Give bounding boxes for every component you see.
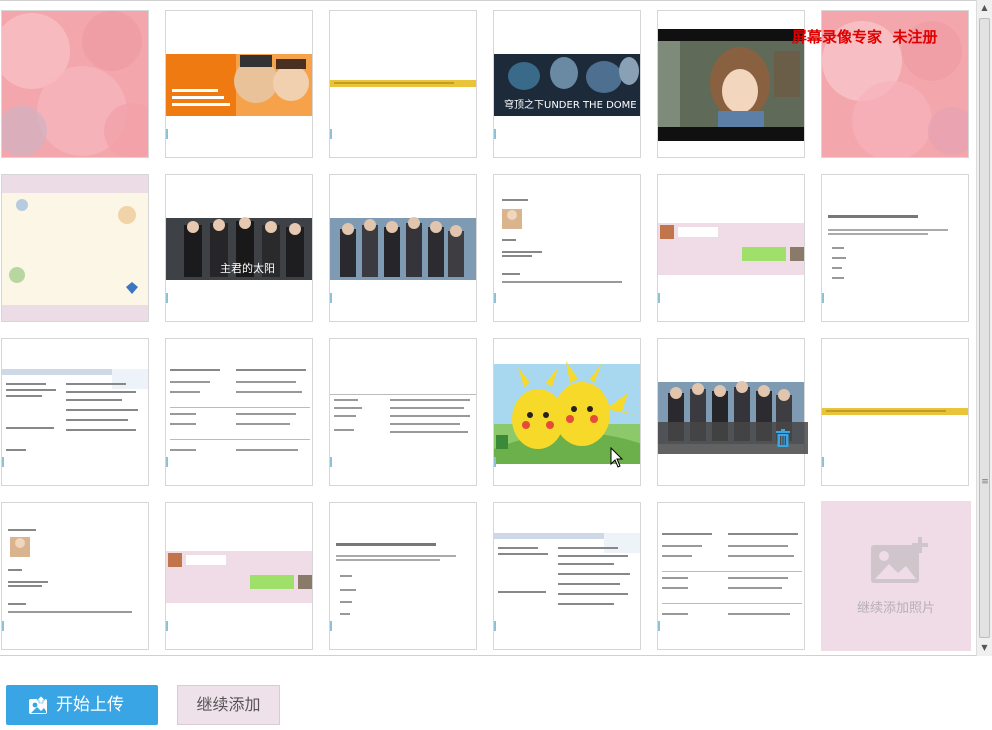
photo-thumbnail[interactable]	[657, 10, 805, 158]
photo-thumbnail[interactable]	[493, 502, 641, 650]
start-upload-button[interactable]: 开始上传	[6, 685, 158, 725]
photo-thumbnail[interactable]	[657, 174, 805, 322]
vertical-scrollbar[interactable]: ▲ ≡ ▼	[976, 0, 992, 656]
grip-icon: ≡	[981, 477, 989, 487]
dome-caption: 穹顶之下UNDER THE DOME	[504, 100, 637, 111]
start-upload-label: 开始上传	[56, 695, 124, 715]
scroll-up-arrow-icon[interactable]: ▲	[977, 0, 992, 16]
photo-thumbnail[interactable]	[1, 338, 149, 486]
photo-thumbnail[interactable]	[165, 338, 313, 486]
photo-thumbnail[interactable]	[1, 174, 149, 322]
photo-thumbnail[interactable]: 主君的太阳	[165, 174, 313, 322]
upload-image-icon	[29, 695, 47, 714]
photo-thumbnail[interactable]	[329, 338, 477, 486]
add-more-photos-label: 继续添加照片	[856, 601, 935, 616]
photo-thumbnail[interactable]: 穹顶之下UNDER THE DOME	[493, 10, 641, 158]
image-add-icon	[871, 537, 928, 583]
scroll-down-arrow-icon[interactable]: ▼	[977, 640, 992, 656]
scrollbar-thumb[interactable]: ≡	[979, 18, 990, 638]
photo-thumbnail[interactable]	[657, 338, 805, 486]
thumbnail-hover-toolbar	[658, 422, 808, 454]
photo-thumbnail[interactable]	[821, 174, 969, 322]
photo-thumbnail[interactable]	[821, 338, 969, 486]
photo-thumbnail[interactable]	[329, 174, 477, 322]
photo-thumbnail[interactable]	[165, 10, 313, 158]
photo-thumbnail[interactable]	[329, 502, 477, 650]
add-more-photos-tile[interactable]: 继续添加照片	[821, 501, 971, 651]
watermark: 屏幕录像专家 未注册	[792, 28, 938, 46]
photo-thumbnail[interactable]	[657, 502, 805, 650]
mouse-cursor-icon	[610, 447, 624, 468]
continue-adding-button[interactable]: 继续添加	[177, 685, 280, 725]
photo-thumbnail[interactable]	[493, 174, 641, 322]
photo-thumbnail[interactable]	[165, 502, 313, 650]
photo-thumbnail[interactable]	[1, 10, 149, 158]
trash-icon[interactable]	[776, 429, 790, 447]
photo-thumbnail[interactable]	[1, 502, 149, 650]
photo-thumbnail[interactable]	[329, 10, 477, 158]
drama-caption: 主君的太阳	[220, 262, 275, 275]
